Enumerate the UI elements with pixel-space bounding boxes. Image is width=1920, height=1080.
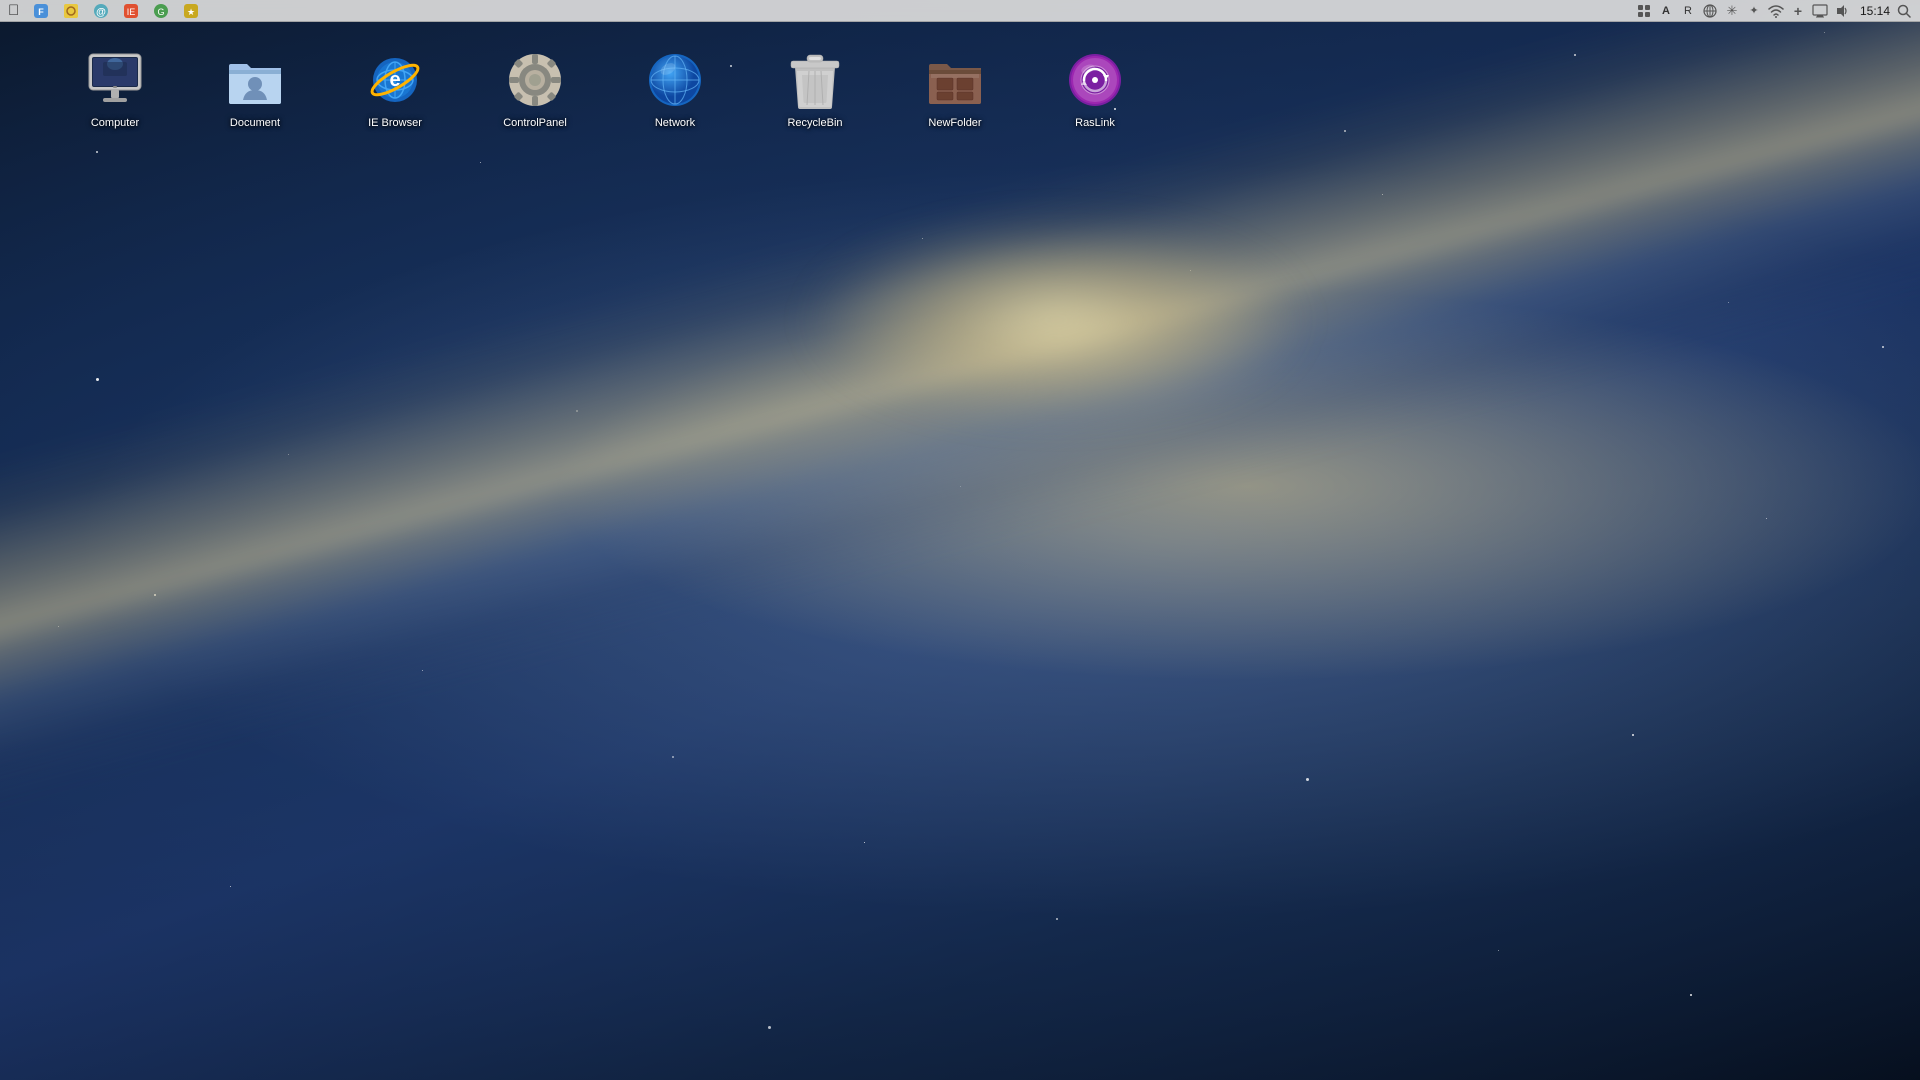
recyclebin-icon-img [783, 48, 847, 112]
ie-browser-icon[interactable]: e IE Browser [340, 42, 450, 136]
star-menubar-icon[interactable]: ✦ [1746, 3, 1762, 19]
speaker-menubar-icon[interactable] [1834, 3, 1850, 19]
document-icon[interactable]: Document [200, 42, 310, 136]
controlpanel-icon[interactable]: ControlPanel [480, 42, 590, 136]
ie-browser-label: IE Browser [368, 116, 422, 130]
svg-text:F: F [39, 7, 45, 17]
ie-browser-icon-img: e [363, 48, 427, 112]
svg-text:e: e [389, 69, 400, 91]
search-menubar-icon[interactable] [1896, 3, 1912, 19]
document-label: Document [230, 116, 280, 130]
plus-menubar-icon[interactable]: + [1790, 3, 1806, 19]
app4-icon[interactable]: IE [123, 3, 139, 19]
document-icon-img [223, 48, 287, 112]
raslink-icon-img [1063, 48, 1127, 112]
grid-menubar-icon[interactable] [1636, 3, 1652, 19]
finder-icon[interactable]: F [33, 3, 49, 19]
controlpanel-label: ControlPanel [503, 116, 567, 130]
monitor-menubar-icon[interactable] [1812, 3, 1828, 19]
computer-icon-img [83, 48, 147, 112]
app5-icon[interactable]: G [153, 3, 169, 19]
controlpanel-icon-img [503, 48, 567, 112]
app3-icon[interactable]: @ [93, 3, 109, 19]
recyclebin-label: RecycleBin [787, 116, 842, 130]
svg-text:@: @ [96, 7, 106, 18]
asterisk-menubar-icon[interactable]: ✳ [1724, 3, 1740, 19]
computer-icon[interactable]: Computer [60, 42, 170, 136]
desktop-icons-row: Computer Document [0, 22, 1920, 156]
svg-text:G: G [158, 7, 165, 17]
menubar:  F @ IE [0, 0, 1920, 22]
svg-text:IE: IE [127, 7, 136, 17]
lang-menubar-icon[interactable] [1702, 3, 1718, 19]
network-icon-img [643, 48, 707, 112]
app6-icon[interactable]: ★ [183, 3, 199, 19]
network-icon[interactable]: Network [620, 42, 730, 136]
newfolder-label: NewFolder [928, 116, 981, 130]
raslink-label: RasLink [1075, 116, 1115, 130]
newfolder-icon-img [923, 48, 987, 112]
menubar-left:  F @ IE [8, 2, 199, 19]
r-menubar-icon[interactable]: R [1680, 3, 1696, 19]
a-menubar-icon[interactable]: A [1658, 3, 1674, 19]
network-label: Network [655, 116, 695, 130]
newfolder-icon[interactable]: NewFolder [900, 42, 1010, 136]
svg-text:★: ★ [187, 7, 195, 17]
apple-menu[interactable]:  [8, 2, 19, 19]
recyclebin-icon[interactable]: RecycleBin [760, 42, 870, 136]
computer-label: Computer [91, 116, 139, 130]
wifi-menubar-icon[interactable] [1768, 3, 1784, 19]
raslink-icon[interactable]: RasLink [1040, 42, 1150, 136]
menubar-right: A R ✳ ✦ + [1636, 3, 1912, 19]
clock: 15:14 [1860, 4, 1890, 18]
finder2-icon[interactable] [63, 3, 79, 19]
desktop: Computer Document [0, 0, 1920, 1080]
